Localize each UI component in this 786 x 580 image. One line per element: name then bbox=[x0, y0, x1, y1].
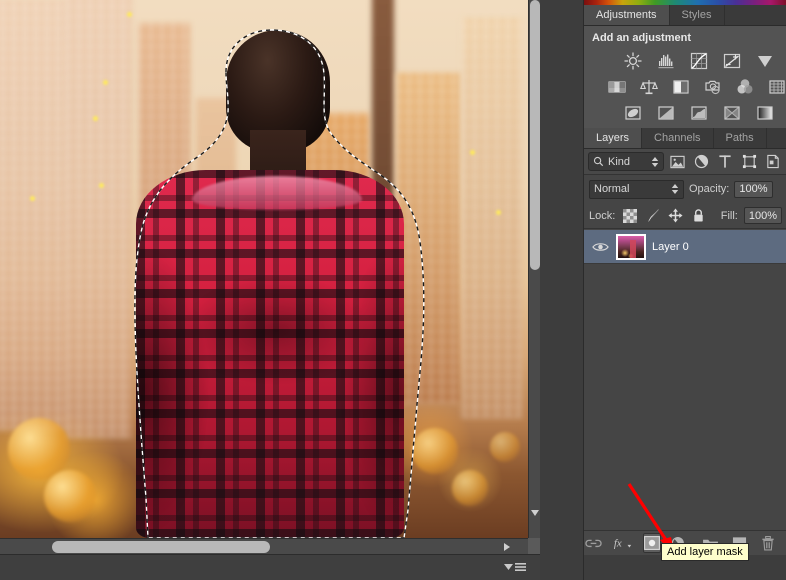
layer-kind-value: Kind bbox=[608, 155, 631, 168]
adjustment-row-1 bbox=[584, 50, 786, 74]
invert-icon[interactable] bbox=[622, 102, 644, 124]
layer-row[interactable]: Layer 0 bbox=[584, 230, 786, 264]
color-balance-icon[interactable] bbox=[638, 76, 659, 98]
photo-filter-icon[interactable] bbox=[702, 76, 723, 98]
bokeh-circle bbox=[490, 432, 520, 462]
blend-mode-dropdown[interactable]: Normal bbox=[589, 179, 684, 199]
exposure-icon[interactable] bbox=[721, 50, 743, 72]
eye-icon bbox=[591, 242, 609, 251]
adjustments-panel: Adjustments Styles Add an adjustment bbox=[584, 5, 786, 128]
tab-adjustments[interactable]: Adjustments bbox=[584, 5, 670, 25]
link-layers-icon[interactable] bbox=[584, 533, 603, 553]
bokeh-circle bbox=[452, 470, 488, 506]
brightness-contrast-icon[interactable] bbox=[622, 50, 644, 72]
document-image[interactable] bbox=[0, 0, 528, 538]
tooltip: Add layer mask bbox=[661, 543, 749, 561]
posterize-icon[interactable] bbox=[655, 102, 677, 124]
adjustments-title: Add an adjustment bbox=[592, 32, 692, 44]
tooltip-text: Add layer mask bbox=[667, 546, 743, 558]
selective-color-icon[interactable] bbox=[721, 102, 743, 124]
vertical-scroll-thumb[interactable] bbox=[530, 0, 540, 270]
scrollbar-corner bbox=[528, 538, 540, 554]
horizontal-scroll-thumb[interactable] bbox=[52, 541, 270, 553]
adjustments-body: Add an adjustment bbox=[584, 26, 786, 128]
stepper-arrows-icon[interactable] bbox=[671, 183, 679, 195]
blend-mode-value: Normal bbox=[594, 183, 630, 195]
building-shape bbox=[462, 18, 522, 418]
layers-tab-row: Layers Channels Paths bbox=[584, 128, 786, 149]
delete-layer-icon[interactable] bbox=[758, 533, 777, 553]
vibrance-icon[interactable] bbox=[754, 50, 776, 72]
threshold-icon[interactable] bbox=[688, 102, 710, 124]
lock-all-icon[interactable] bbox=[690, 207, 707, 224]
layer-name-label: Layer 0 bbox=[652, 240, 689, 253]
document-canvas-area[interactable] bbox=[0, 0, 540, 580]
filter-type-icon[interactable] bbox=[715, 152, 735, 172]
gradient-map-icon[interactable] bbox=[754, 102, 776, 124]
tab-channels[interactable]: Channels bbox=[642, 128, 714, 148]
tab-styles[interactable]: Styles bbox=[669, 5, 725, 25]
filter-smartobject-icon[interactable] bbox=[763, 152, 783, 172]
tab-layers[interactable]: Layers bbox=[584, 128, 643, 148]
opacity-label: Opacity: bbox=[689, 183, 730, 195]
opacity-value-field[interactable]: 100% bbox=[734, 180, 773, 198]
fill-value-field[interactable]: 100% bbox=[743, 207, 782, 224]
layer-visibility-toggle[interactable] bbox=[590, 241, 610, 253]
filter-shape-icon[interactable] bbox=[739, 152, 759, 172]
hue-saturation-icon[interactable] bbox=[606, 76, 627, 98]
bokeh-circle bbox=[44, 470, 96, 522]
scroll-down-arrow-icon[interactable] bbox=[531, 510, 539, 518]
layer-filter-row: Kind bbox=[584, 149, 786, 175]
photoshop-window: Adjustments Styles Add an adjustment Lay… bbox=[0, 0, 786, 580]
bokeh-circle bbox=[412, 428, 458, 474]
adjustment-row-3 bbox=[584, 102, 786, 126]
lock-label: Lock: bbox=[589, 209, 616, 222]
lock-row: Lock: Fill: 100% bbox=[584, 203, 786, 229]
tab-paths[interactable]: Paths bbox=[713, 128, 767, 148]
layer-kind-dropdown[interactable]: Kind bbox=[588, 152, 664, 171]
document-status-bar bbox=[0, 554, 540, 580]
canvas-horizontal-scrollbar[interactable] bbox=[0, 538, 528, 554]
black-white-icon[interactable] bbox=[670, 76, 691, 98]
stepper-arrows-icon[interactable] bbox=[651, 156, 659, 168]
lock-position-icon[interactable] bbox=[667, 207, 684, 224]
adjustments-tab-row: Adjustments Styles bbox=[584, 5, 786, 26]
canvas-vertical-scrollbar[interactable] bbox=[528, 0, 540, 538]
scroll-right-arrow-icon[interactable] bbox=[504, 543, 510, 551]
shirt-shading bbox=[136, 170, 404, 538]
curves-icon[interactable] bbox=[688, 50, 710, 72]
building-shape bbox=[0, 0, 68, 430]
filter-adjustment-icon[interactable] bbox=[691, 152, 711, 172]
search-icon bbox=[593, 156, 604, 167]
levels-icon[interactable] bbox=[655, 50, 677, 72]
svg-text:fx: fx bbox=[614, 538, 622, 550]
lock-image-pixels-icon[interactable] bbox=[644, 207, 661, 224]
lock-transparent-pixels-icon[interactable] bbox=[621, 207, 638, 224]
panel-menu-icon[interactable] bbox=[504, 562, 526, 574]
layer-thumbnail[interactable] bbox=[616, 233, 646, 260]
color-lookup-icon[interactable] bbox=[766, 76, 786, 98]
filter-pixel-icon[interactable] bbox=[668, 152, 688, 172]
selected-person bbox=[118, 30, 418, 538]
adjustment-row-2 bbox=[584, 76, 786, 100]
fill-label: Fill: bbox=[720, 209, 738, 222]
blend-mode-row: Normal Opacity: 100% bbox=[584, 176, 786, 202]
channel-mixer-icon[interactable] bbox=[734, 76, 755, 98]
